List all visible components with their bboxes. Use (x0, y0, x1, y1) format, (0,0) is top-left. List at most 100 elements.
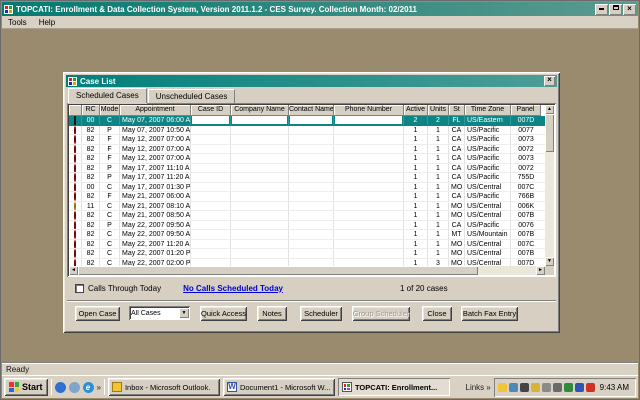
alert-error-icon[interactable] (531, 383, 540, 392)
column-header-rc[interactable]: RC (82, 105, 100, 116)
column-header-mode[interactable]: Mode (100, 105, 120, 116)
show-desktop-icon[interactable] (69, 382, 80, 393)
antivirus-shield-icon[interactable] (564, 383, 573, 392)
column-header-case-id[interactable]: Case ID (191, 105, 231, 116)
taskbar-task-topcati[interactable]: TOPCATI: Enrollment... (338, 378, 450, 396)
hscroll-track[interactable] (478, 266, 536, 275)
cell-panel: 007C (511, 183, 541, 192)
minimize-button[interactable] (595, 4, 608, 15)
start-button[interactable]: Start (4, 378, 48, 396)
redacted-cell-company (231, 183, 289, 192)
menu-help[interactable]: Help (33, 17, 61, 28)
phone-agent-icon[interactable] (520, 383, 529, 392)
cell-time_zone: US/Pacific (465, 135, 511, 144)
cell-time_zone: US/Pacific (465, 145, 511, 154)
table-row[interactable]: 82CMay 22, 2007 01:20 PM11MOUS/Central00… (69, 249, 545, 259)
client-area: Case List × Scheduled Cases Unscheduled … (2, 29, 638, 363)
table-row[interactable]: 00CMay 17, 2007 01:30 PM11MOUS/Central00… (69, 183, 545, 193)
table-row[interactable]: 82PMay 17, 2007 11:20 AM11CAUS/Pacific75… (69, 173, 545, 183)
column-header-panel[interactable]: Panel (511, 105, 541, 116)
display-settings-icon[interactable] (509, 383, 518, 392)
column-header-status[interactable] (69, 105, 82, 116)
cell-panel: 0073 (511, 135, 541, 144)
table-row[interactable]: 82PMay 17, 2007 11:10 AM11CAUS/Pacific00… (69, 164, 545, 174)
links-overflow-icon[interactable]: » (486, 383, 490, 392)
table-row[interactable]: 82FMay 12, 2007 07:00 AM11CAUS/Pacific00… (69, 135, 545, 145)
cell-active: 1 (404, 164, 428, 173)
updates-icon[interactable] (586, 383, 595, 392)
notes-button[interactable]: Notes (257, 306, 287, 321)
redacted-cell-phone (334, 135, 404, 144)
scroll-right-icon[interactable]: ► (536, 266, 545, 275)
network-disconnected-icon[interactable] (542, 383, 551, 392)
column-header-appointment[interactable]: Appointment (120, 105, 191, 116)
cell-mode: C (100, 249, 120, 258)
no-calls-scheduled-link[interactable]: No Calls Scheduled Today (183, 284, 283, 293)
table-row[interactable]: 11CMay 21, 2007 08:10 AM11MOUS/Central00… (69, 202, 545, 212)
quick-access-button[interactable]: Quick Access (200, 306, 247, 321)
cell-rc: 82 (82, 145, 100, 154)
redacted-cell-phone (334, 173, 404, 182)
scheduler-button[interactable]: Scheduler (300, 306, 342, 321)
hscroll-thumb[interactable] (78, 266, 478, 275)
taskbar-task-word[interactable]: WDocument1 - Microsoft W... (223, 378, 335, 396)
table-row[interactable]: 82CMay 21, 2007 08:50 AM11MOUS/Central00… (69, 211, 545, 221)
redacted-cell-contact (289, 221, 334, 230)
horizontal-scrollbar[interactable]: ◄ ► (69, 266, 545, 275)
table-row[interactable]: 82FMay 21, 2007 06:00 AM11CAUS/Pacific76… (69, 192, 545, 202)
close-button[interactable]: × (623, 4, 636, 15)
redacted-cell-case_id (191, 154, 231, 163)
redacted-cell-company (231, 173, 289, 182)
restore-button[interactable] (609, 4, 622, 15)
open-case-button[interactable]: Open Case (75, 306, 120, 321)
cell-active: 1 (404, 259, 428, 267)
table-row[interactable]: 82PMay 22, 2007 09:50 AM11CAUS/Pacific00… (69, 221, 545, 231)
cell-units: 1 (428, 145, 449, 154)
column-header-time-zone[interactable]: Time Zone (465, 105, 511, 116)
calls-through-today-checkbox[interactable] (75, 284, 84, 293)
scrollbar-corner (545, 266, 554, 275)
cell-mode: C (100, 202, 120, 211)
status-red-icon (69, 240, 82, 249)
scroll-down-icon[interactable]: ▼ (545, 257, 554, 266)
dialog-close-icon[interactable]: × (544, 76, 555, 86)
cell-rc: 82 (82, 259, 100, 267)
redacted-cell-phone (334, 164, 404, 173)
cell-active: 1 (404, 126, 428, 135)
dialog-titlebar: Case List × (66, 75, 557, 87)
status-text: Ready (6, 365, 29, 374)
menu-tools[interactable]: Tools (2, 17, 33, 28)
chevron-down-icon[interactable]: ▼ (179, 308, 189, 318)
quick-launch-overflow-icon[interactable]: » (97, 383, 101, 392)
column-header-phone-number[interactable]: Phone Number (334, 105, 404, 116)
cell-panel: 0073 (511, 154, 541, 163)
column-header-units[interactable]: Units (428, 105, 449, 116)
media-player-icon[interactable] (55, 382, 66, 393)
table-row[interactable]: 82FMay 12, 2007 07:00 AM11CAUS/Pacific00… (69, 145, 545, 155)
column-header-active[interactable]: Active (404, 105, 428, 116)
table-row[interactable]: 82PMay 07, 2007 10:50 AM11CAUS/Pacific00… (69, 126, 545, 136)
scroll-left-icon[interactable]: ◄ (69, 266, 78, 275)
taskbar-task-outlook[interactable]: Inbox - Microsoft Outlook. (108, 378, 220, 396)
internet-explorer-icon[interactable]: e (83, 382, 94, 393)
vertical-scrollbar[interactable]: ▲ ▼ (545, 105, 554, 266)
scroll-up-icon[interactable]: ▲ (545, 105, 554, 114)
volume-icon[interactable] (553, 383, 562, 392)
batch-fax-entry-button[interactable]: Batch Fax Entry (461, 306, 518, 321)
links-toolbar[interactable]: Links » (466, 383, 491, 392)
column-header-contact-name[interactable]: Contact Name (289, 105, 334, 116)
messenger-status-icon[interactable] (498, 383, 507, 392)
vscroll-thumb[interactable] (545, 114, 554, 152)
column-header-company-name[interactable]: Company Name (231, 105, 289, 116)
case-filter-select[interactable]: All Cases ▼ (129, 306, 190, 320)
tab-scheduled-cases[interactable]: Scheduled Cases (68, 88, 147, 103)
table-row[interactable]: 82CMay 22, 2007 02:00 PM13MOUS/Central00… (69, 259, 545, 267)
security-shield-icon[interactable] (575, 383, 584, 392)
close-dialog-button[interactable]: Close (422, 306, 452, 321)
table-row[interactable]: 82CMay 22, 2007 11:20 AM11MOUS/Central00… (69, 240, 545, 250)
table-row[interactable]: 00CMay 07, 2007 06:00 AM22FLUS/Eastern00… (69, 116, 545, 126)
tab-unscheduled-cases[interactable]: Unscheduled Cases (148, 89, 236, 103)
table-row[interactable]: 82FMay 12, 2007 07:00 AM11CAUS/Pacific00… (69, 154, 545, 164)
column-header-st[interactable]: St (449, 105, 465, 116)
table-row[interactable]: 82CMay 22, 2007 09:50 AM11MTUS/Mountain0… (69, 230, 545, 240)
